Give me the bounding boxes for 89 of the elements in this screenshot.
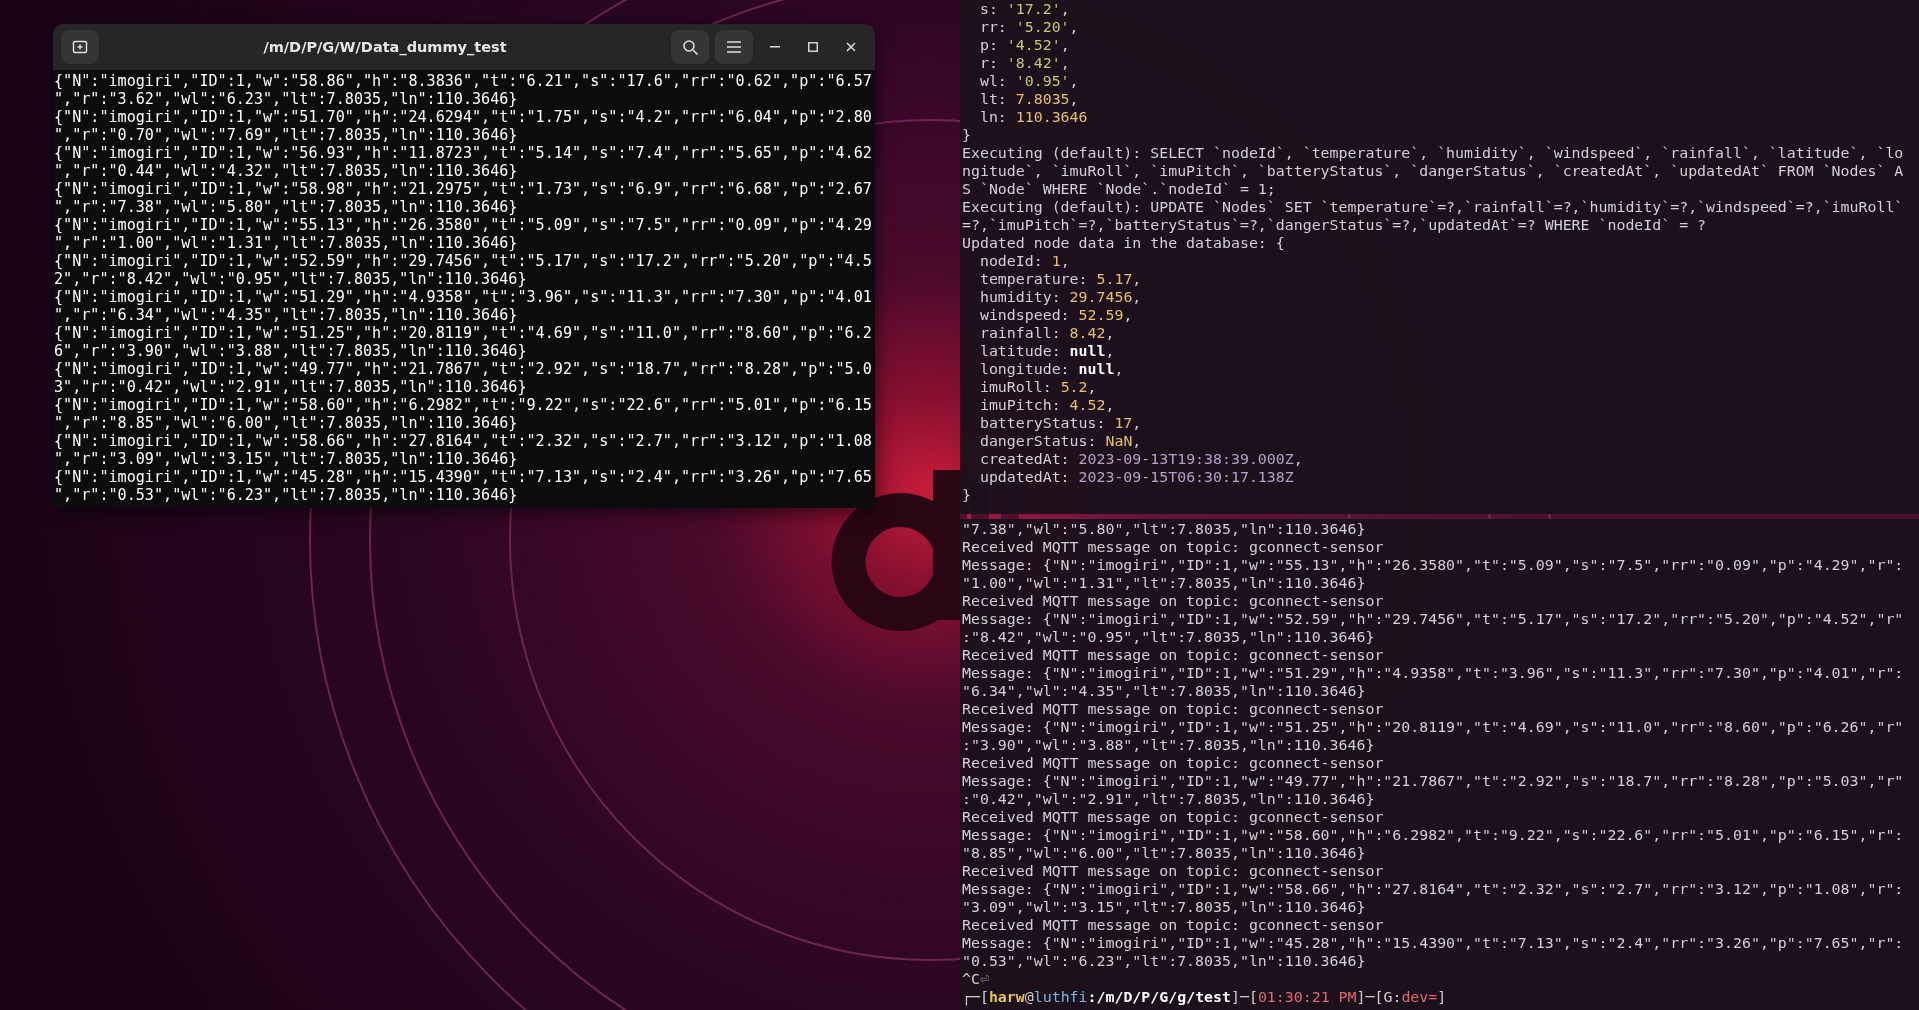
search-icon xyxy=(681,38,699,56)
new-tab-icon xyxy=(72,39,88,55)
terminal-line: ","r":"0.53","wl":"6.23","lt":7.8035,"ln":110.3646} xyxy=(54,486,519,504)
terminal-line: 6","r":"3.90","wl":"3.88","lt":7.8035,"ln":110.3646} xyxy=(54,342,528,360)
terminal-line: Received MQTT message on topic: gconnect-sensor xyxy=(962,808,1385,826)
terminal-line: Received MQTT message on topic: gconnect-sensor xyxy=(962,538,1385,556)
terminal-line: } xyxy=(962,126,972,144)
terminal-line: "8.85","wl":"6.00","lt":7.8035,"ln":110.3646} xyxy=(962,844,1367,862)
terminal-line: Executing (default): SELECT `nodeId`, `temperature`, `humidity`, `windspeed`, `rainfall`, `latitude`, `lo xyxy=(962,144,1905,162)
terminal-line: ","r":"3.09","wl":"3.15","lt":7.8035,"ln":110.3646} xyxy=(54,450,519,468)
menu-button[interactable] xyxy=(715,30,753,64)
terminal-line: Message: {"N":"imogiri","ID":1,"w":"52.59","h":"29.7456","t":"5.17","s":"17.2","rr":"5.20","p":"4.52","r" xyxy=(962,610,1905,628)
terminal-line: {"N":"imogiri","ID":1,"w":"56.93","h":"11.8723","t":"5.14","s":"7.4","rr":"5.65","p":"4.62 xyxy=(54,144,873,162)
terminal-line: Message: {"N":"imogiri","ID":1,"w":"55.13","h":"26.3580","t":"5.09","s":"7.5","rr":"0.09","p":"4.29","r": xyxy=(962,556,1905,574)
terminal-line: wl: '0.95', xyxy=(978,72,1080,90)
terminal-line: updatedAt: 2023-09-15T06:30:17.138Z xyxy=(978,468,1295,486)
terminal-line: ","r":"8.85","wl":"6.00","lt":7.8035,"ln":110.3646} xyxy=(54,414,519,432)
terminal-line: windspeed: 52.59, xyxy=(978,306,1134,324)
terminal-line: ","r":"0.44","wl":"4.32","lt":7.8035,"ln":110.3646} xyxy=(54,162,519,180)
terminal-line: r: '8.42', xyxy=(978,54,1071,72)
terminal-line: "0.53","wl":"6.23","lt":7.8035,"ln":110.3646} xyxy=(962,952,1367,970)
terminal-line: imuRoll: 5.2, xyxy=(978,378,1098,396)
terminal-line: humidity: 29.7456, xyxy=(978,288,1143,306)
terminal-line: Received MQTT message on topic: gconnect-sensor xyxy=(962,700,1385,718)
terminal-line: Received MQTT message on topic: gconnect-sensor xyxy=(962,754,1385,772)
terminal-line: ","r":"3.62","wl":"6.23","lt":7.8035,"ln":110.3646} xyxy=(54,90,519,108)
close-icon xyxy=(846,42,856,52)
terminal-line: Received MQTT message on topic: gconnect-sensor xyxy=(962,646,1385,664)
terminal-line: createdAt: 2023-09-13T19:38:39.000Z, xyxy=(978,450,1304,468)
terminal-line: {"N":"imogiri","ID":1,"w":"55.13","h":"26.3580","t":"5.09","s":"7.5","rr":"0.09","p":"4.29 xyxy=(54,216,873,234)
terminal-line: temperature: 5.17, xyxy=(978,270,1143,288)
terminal-line: "6.34","wl":"4.35","lt":7.8035,"ln":110.3646} xyxy=(962,682,1367,700)
terminal-line: Received MQTT message on topic: gconnect-sensor xyxy=(962,862,1385,880)
terminal-line: {"N":"imogiri","ID":1,"w":"51.29","h":"4.9358","t":"3.96","s":"11.3","rr":"7.30","p":"4.01 xyxy=(54,288,873,306)
terminal-line: Message: {"N":"imogiri","ID":1,"w":"58.66","h":"27.8164","t":"2.32","s":"2.7","rr":"3.12","p":"1.08","r": xyxy=(962,880,1905,898)
menu-icon xyxy=(727,41,741,53)
terminal-line: ","r":"1.00","wl":"1.31","lt":7.8035,"ln":110.3646} xyxy=(54,234,519,252)
maximize-icon xyxy=(808,42,818,52)
terminal-line: ","r":"6.34","wl":"4.35","lt":7.8035,"ln":110.3646} xyxy=(54,306,519,324)
terminal-line: ngitude`, `imuRoll`, `imuPitch`, `batteryStatus`, `dangerStatus`, `createdAt`, `updatedAt` FROM `Nodes` A xyxy=(962,162,1905,180)
terminal-line: {"N":"imogiri","ID":1,"w":"58.98","h":"21.2975","t":"1.73","s":"6.9","rr":"6.68","p":"2.67 xyxy=(54,180,873,198)
terminal-line: Message: {"N":"imogiri","ID":1,"w":"58.60","h":"6.2982","t":"9.22","s":"22.6","rr":"5.01","p":"6.15","r": xyxy=(962,826,1905,844)
terminal-line: Received MQTT message on topic: gconnect-sensor xyxy=(962,916,1385,934)
terminal-line: Message: {"N":"imogiri","ID":1,"w":"51.25","h":"20.8119","t":"4.69","s":"11.0","rr":"8.60","p":"6.26","r" xyxy=(962,718,1905,736)
terminal-line: s: '17.2', xyxy=(978,0,1071,18)
terminal-line: "1.00","wl":"1.31","lt":7.8035,"ln":110.3646} xyxy=(962,574,1367,592)
terminal-line: {"N":"imogiri","ID":1,"w":"52.59","h":"29.7456","t":"5.17","s":"17.2","rr":"5.20","p":"4.5 xyxy=(54,252,873,270)
terminal-line: ^C⏎ xyxy=(962,970,990,988)
terminal-line: {"N":"imogiri","ID":1,"w":"51.25","h":"20.8119","t":"4.69","s":"11.0","rr":"8.60","p":"6.2 xyxy=(54,324,873,342)
terminal-line: rr: '5.20', xyxy=(978,18,1080,36)
terminal-line: :"8.42","wl":"0.95","lt":7.8035,"ln":110.3646} xyxy=(962,628,1376,646)
search-button[interactable] xyxy=(671,30,709,64)
terminal-line: Executing (default): UPDATE `Nodes` SET `temperature`=?,`rainfall`=?,`humidity`=?,`windspeed`=?,`imuRoll` xyxy=(962,198,1905,216)
terminal-line: Message: {"N":"imogiri","ID":1,"w":"49.77","h":"21.7867","t":"2.92","s":"18.7","rr":"8.28","p":"5.03","r" xyxy=(962,772,1905,790)
terminal-line: ","r":"0.70","wl":"7.69","lt":7.8035,"ln":110.3646} xyxy=(54,126,519,144)
terminal-line: } xyxy=(962,486,972,504)
terminal-line: latitude: null, xyxy=(978,342,1116,360)
terminal-line: imuPitch: 4.52, xyxy=(978,396,1116,414)
terminal-line: {"N":"imogiri","ID":1,"w":"58.86","h":"8.3836","t":"6.21","s":"17.6","rr":"0.62","p":"6.57 xyxy=(54,72,873,90)
terminal-line: ln: 110.3646 xyxy=(978,108,1089,126)
terminal-line: 3","r":"0.42","wl":"2.91","lt":7.8035,"ln":110.3646} xyxy=(54,378,528,396)
terminal-line: longitude: null, xyxy=(978,360,1125,378)
terminal-line: "7.38","wl":"5.80","lt":7.8035,"ln":110.3646} xyxy=(962,520,1367,538)
terminal-line: batteryStatus: 17, xyxy=(978,414,1143,432)
terminal-line: ┌─[harw@luthfi:/m/D/P/G/g/test]─[01:30:21 PM]─[G:dev=] xyxy=(962,988,1448,1006)
terminal-line: Message: {"N":"imogiri","ID":1,"w":"51.29","h":"4.9358","t":"3.96","s":"11.3","rr":"7.30","p":"4.01","r": xyxy=(962,664,1905,682)
terminal-line: =?,`imuPitch`=?,`batteryStatus`=?,`dangerStatus`=?,`updatedAt`=? WHERE `nodeId` = ? xyxy=(962,216,1708,234)
terminal-line: Received MQTT message on topic: gconnect-sensor xyxy=(962,592,1385,610)
terminal-line: Updated node data in the database: { xyxy=(962,234,1286,252)
terminal-line: {"N":"imogiri","ID":1,"w":"58.60","h":"6.2982","t":"9.22","s":"22.6","rr":"5.01","p":"6.15 xyxy=(54,396,873,414)
terminal-line: p: '4.52', xyxy=(978,36,1071,54)
terminal-line: :"3.90","wl":"3.88","lt":7.8035,"ln":110.3646} xyxy=(962,736,1376,754)
terminal-line: Message: {"N":"imogiri","ID":1,"w":"45.28","h":"15.4390","t":"7.13","s":"2.4","rr":"3.26","p":"7.65","r": xyxy=(962,934,1905,952)
terminal-line: nodeId: 1, xyxy=(978,252,1071,270)
terminal-line: 2","r":"8.42","wl":"0.95","lt":7.8035,"ln":110.3646} xyxy=(54,270,528,288)
terminal-line: {"N":"imogiri","ID":1,"w":"49.77","h":"21.7867","t":"2.92","s":"18.7","rr":"8.28","p":"5.0 xyxy=(54,360,873,378)
window-title: /m/D/P/G/W/Data_dummy_test xyxy=(262,39,508,55)
terminal-line: rainfall: 8.42, xyxy=(978,324,1116,342)
minimize-icon xyxy=(770,46,780,48)
terminal-line: :"0.42","wl":"2.91","lt":7.8035,"ln":110.3646} xyxy=(962,790,1376,808)
new-tab-button[interactable] xyxy=(61,30,99,64)
terminal-line: S `Node` WHERE `Node`.`nodeId` = 1; xyxy=(962,180,1277,198)
terminal-line: ","r":"7.38","wl":"5.80","lt":7.8035,"ln":110.3646} xyxy=(54,198,519,216)
terminal-line: {"N":"imogiri","ID":1,"w":"58.66","h":"27.8164","t":"2.32","s":"2.7","rr":"3.12","p":"1.08 xyxy=(54,432,873,450)
terminal-line: {"N":"imogiri","ID":1,"w":"51.70","h":"24.6294","t":"1.75","s":"4.2","rr":"6.04","p":"2.80 xyxy=(54,108,873,126)
terminal-line: dangerStatus: NaN, xyxy=(978,432,1143,450)
terminal-line: "3.09","wl":"3.15","lt":7.8035,"ln":110.3646} xyxy=(962,898,1367,916)
terminal-line: lt: 7.8035, xyxy=(978,90,1080,108)
terminal-line: {"N":"imogiri","ID":1,"w":"45.28","h":"15.4390","t":"7.13","s":"2.4","rr":"3.26","p":"7.65 xyxy=(54,468,873,486)
